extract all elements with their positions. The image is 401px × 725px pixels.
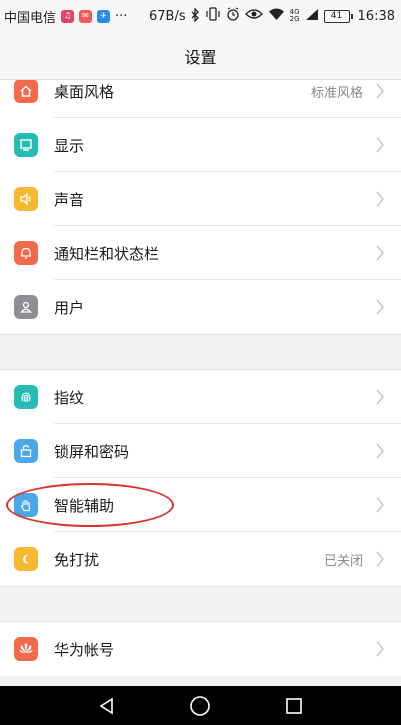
wifi-icon: [268, 8, 285, 25]
more-notifications-icon: ···: [115, 8, 128, 24]
status-bar-left: 中国电信 ♫ ✉ ✈ ···: [4, 7, 127, 26]
clock: 16:38: [357, 8, 395, 24]
setting-row-smart-assistance[interactable]: 智能辅助: [0, 478, 401, 532]
chevron-right-icon: [376, 83, 384, 99]
user-icon: [14, 295, 38, 319]
setting-row-do-not-disturb[interactable]: 免打扰 已关闭: [0, 532, 401, 586]
setting-row-display[interactable]: 显示: [0, 118, 401, 172]
home-circle-icon: [190, 695, 211, 716]
settings-list[interactable]: 桌面风格 标准风格 显示 声音 通知栏和状态栏 用户 指纹 锁屏和密码 智能辅助…: [0, 80, 401, 686]
recents-button[interactable]: [280, 692, 308, 720]
setting-row-notification-status-bar[interactable]: 通知栏和状态栏: [0, 226, 401, 280]
group-divider: [0, 586, 401, 622]
moon-icon: [14, 547, 38, 571]
chevron-right-icon: [376, 137, 384, 153]
recents-square-icon: [286, 697, 302, 714]
chevron-right-icon: [376, 641, 384, 657]
huawei-icon: [14, 637, 38, 661]
back-button[interactable]: [93, 692, 121, 720]
hand-icon: [14, 493, 38, 517]
setting-label: 指纹: [54, 388, 85, 407]
status-bar-right: 67B/s 4G 2G 41 16:38: [149, 6, 395, 25]
bluetooth-icon: [191, 6, 200, 25]
setting-row-huawei-account[interactable]: 华为帐号: [0, 622, 401, 676]
setting-label: 通知栏和状态栏: [54, 244, 160, 263]
setting-label: 显示: [54, 136, 85, 155]
settings-group-security: 指纹 锁屏和密码 智能辅助 免打扰 已关闭: [0, 370, 401, 586]
chevron-right-icon: [376, 245, 384, 261]
chevron-right-icon: [376, 551, 384, 567]
setting-label: 锁屏和密码: [54, 442, 130, 461]
setting-row-sound[interactable]: 声音: [0, 172, 401, 226]
setting-row-lock-screen-password[interactable]: 锁屏和密码: [0, 424, 401, 478]
carrier-label: 中国电信: [4, 10, 57, 26]
music-app-icon: ♫: [61, 9, 75, 23]
settings-group-account: 华为帐号: [0, 622, 401, 676]
group-divider: [0, 334, 401, 370]
setting-label: 声音: [54, 190, 85, 209]
chevron-right-icon: [376, 497, 384, 513]
navigation-bar: [0, 686, 401, 725]
chevron-right-icon: [376, 299, 384, 315]
setting-row-desktop-style[interactable]: 桌面风格 标准风格: [0, 80, 401, 118]
setting-value: 已关闭: [323, 553, 363, 569]
house-icon: [14, 80, 38, 103]
fingerprint-icon: [14, 385, 38, 409]
network-type-indicator: 4G 2G: [289, 8, 300, 23]
chevron-right-icon: [376, 191, 384, 207]
display-icon: [14, 133, 38, 157]
setting-label: 华为帐号: [54, 640, 115, 659]
mail-app-icon: ✉: [79, 9, 93, 23]
back-triangle-icon: [99, 697, 113, 714]
setting-label: 免打扰: [54, 550, 100, 569]
status-bar: 中国电信 ♫ ✉ ✈ ··· 67B/s 4G 2G 41 16:38: [0, 0, 401, 32]
home-button[interactable]: [186, 692, 214, 720]
page-title: 设置: [184, 47, 217, 67]
setting-label: 智能辅助: [54, 496, 115, 515]
setting-value: 标准风格: [310, 85, 363, 101]
vibrate-icon: [205, 7, 221, 25]
net-speed-label: 67B/s: [149, 8, 186, 24]
bell-icon: [14, 241, 38, 265]
chevron-right-icon: [376, 389, 384, 405]
signal-icon: [305, 8, 319, 25]
eye-comfort-icon: [244, 8, 263, 24]
title-bar: 设置: [0, 32, 401, 80]
battery-icon: 41: [323, 9, 353, 23]
settings-group-personalization: 桌面风格 标准风格 显示 声音 通知栏和状态栏 用户: [0, 80, 401, 334]
setting-row-fingerprint[interactable]: 指纹: [0, 370, 401, 424]
battery-level: 41: [323, 9, 350, 23]
setting-row-users[interactable]: 用户: [0, 280, 401, 334]
chevron-right-icon: [376, 443, 384, 459]
setting-label: 桌面风格: [54, 82, 115, 101]
setting-label: 用户: [54, 298, 85, 317]
alarm-icon: [226, 7, 240, 25]
speaker-icon: [14, 187, 38, 211]
lock-icon: [14, 439, 38, 463]
app-notification-icon: ✈: [97, 9, 111, 23]
